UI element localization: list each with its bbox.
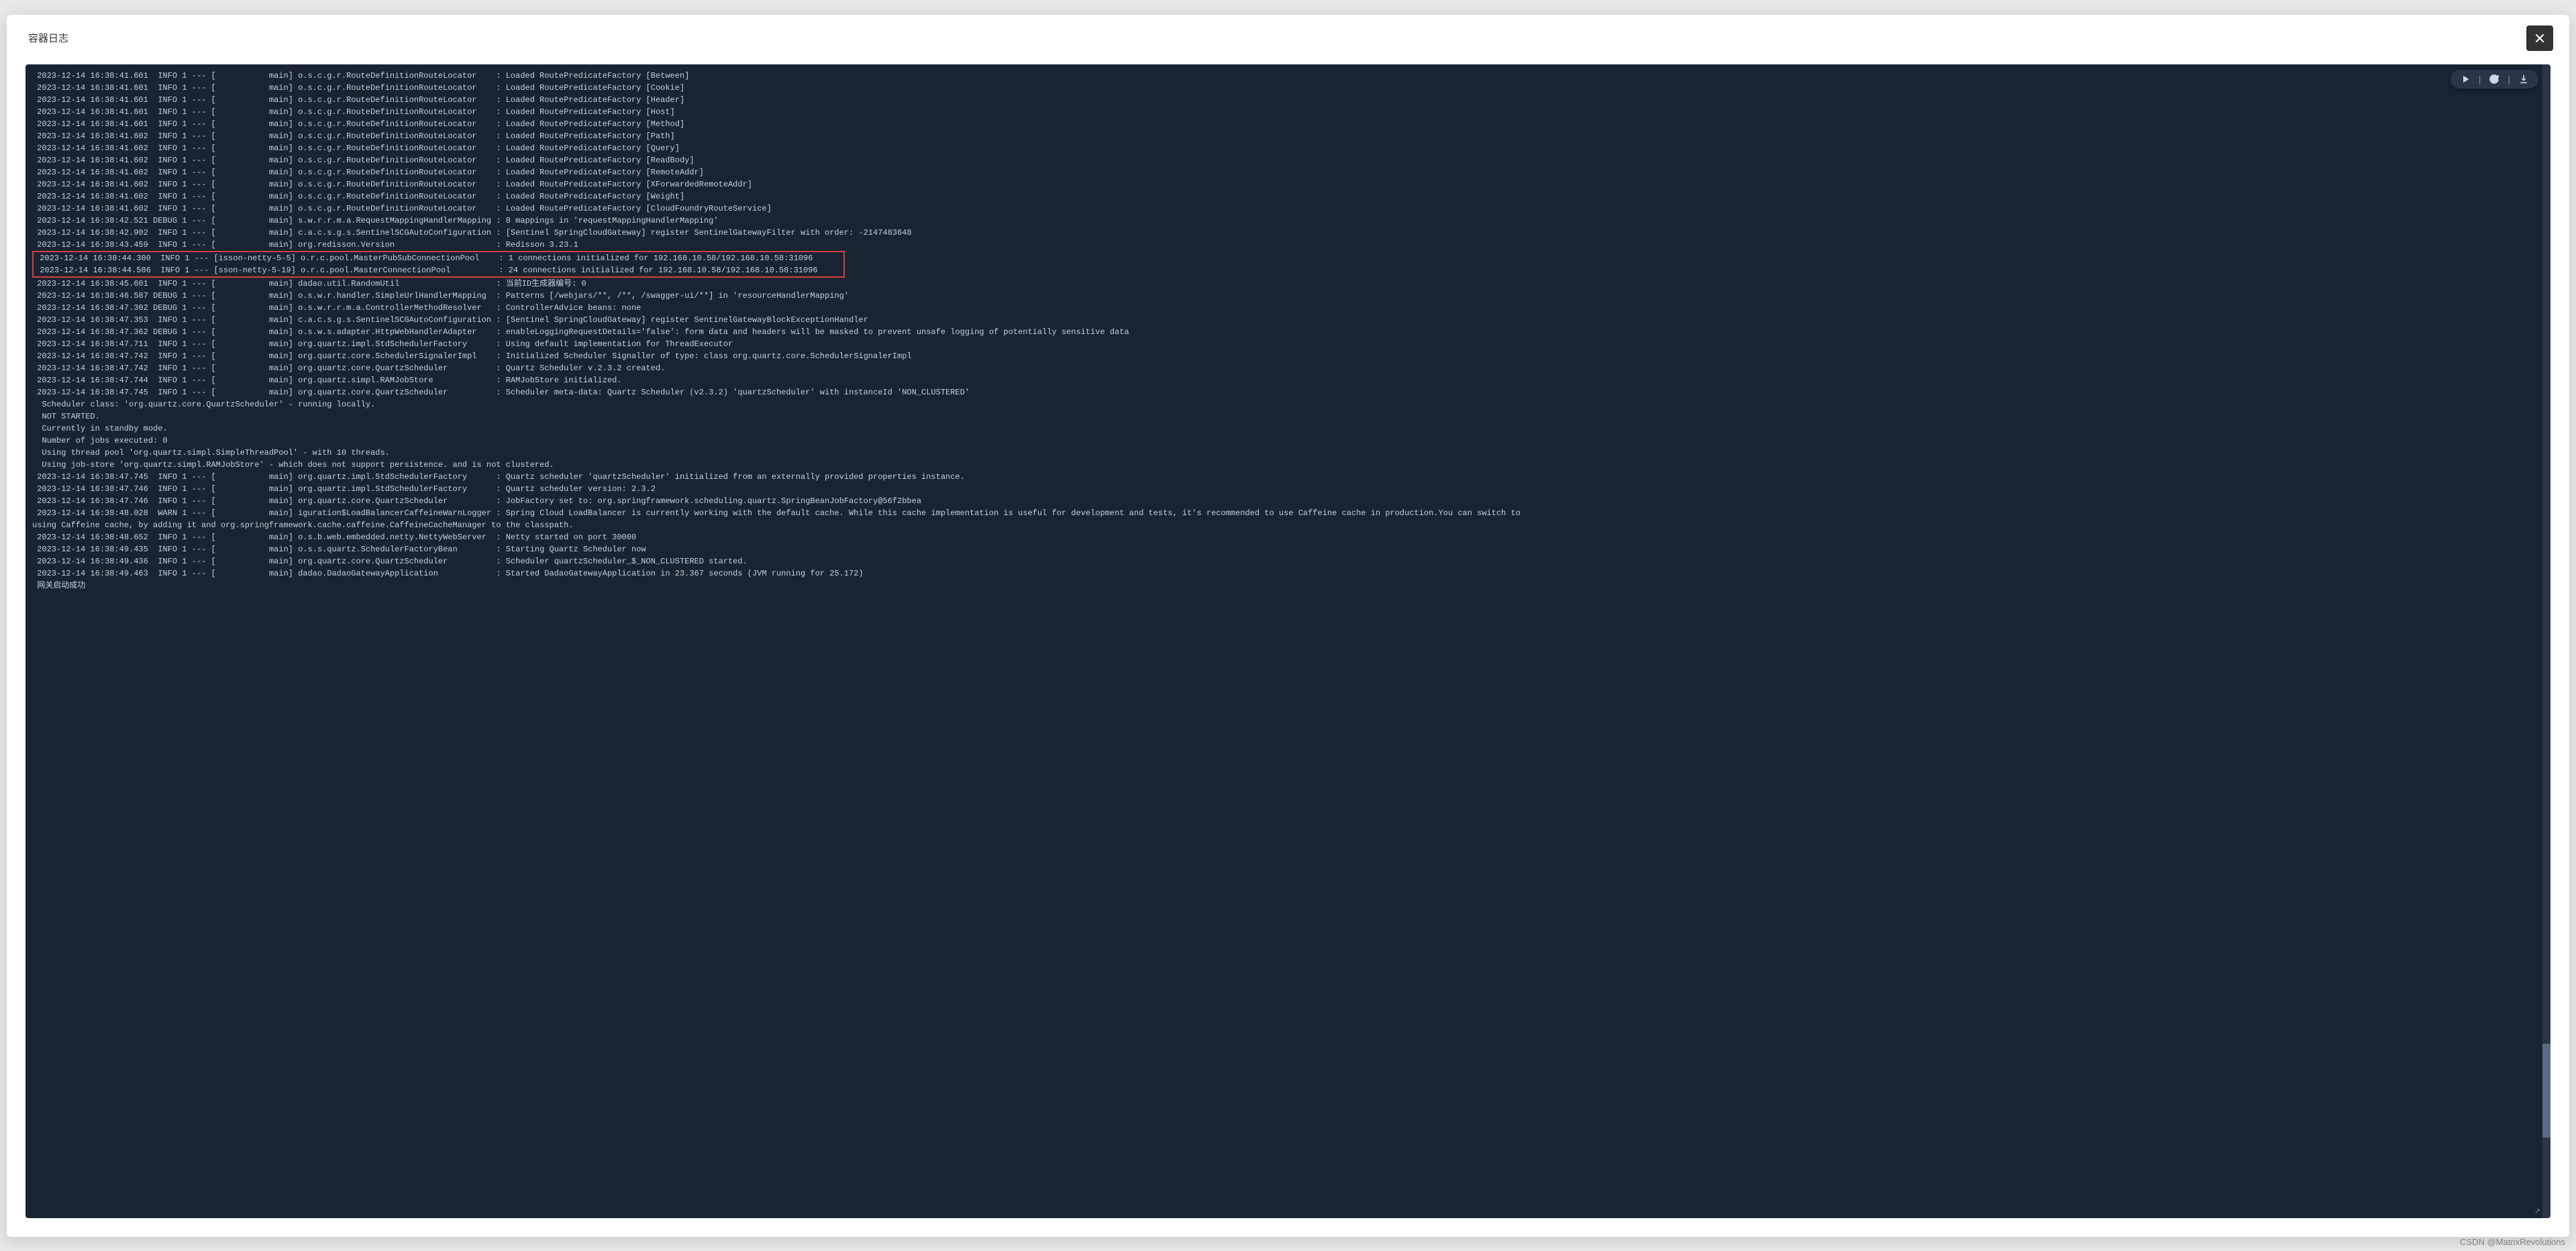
log-line: 2023-12-14 16:38:47.746 INFO 1 --- [ mai… [32,495,2544,507]
log-line: 2023-12-14 16:38:47.745 INFO 1 --- [ mai… [32,386,2544,398]
log-line: 2023-12-14 16:38:47.746 INFO 1 --- [ mai… [32,483,2544,495]
log-line: 2023-12-14 16:38:41.601 INFO 1 --- [ mai… [32,118,2544,130]
log-line: 2023-12-14 16:38:41.602 INFO 1 --- [ mai… [32,203,2544,215]
highlighted-block: 2023-12-14 16:38:44.300 INFO 1 --- [isso… [32,251,845,278]
log-line: 2023-12-14 16:38:41.602 INFO 1 --- [ mai… [32,191,2544,203]
play-icon [2460,74,2471,85]
download-icon [2518,74,2529,85]
log-container: | | 2023-12-14 16:38:41.601 INFO 1 --- [… [25,64,2551,1218]
scrollbar-thumb[interactable] [2542,1044,2551,1138]
log-line: 2023-12-14 16:38:48.028 WARN 1 --- [ mai… [32,507,2544,519]
log-line: 2023-12-14 16:38:41.601 INFO 1 --- [ mai… [32,94,2544,106]
modal-title: 容器日志 [28,31,68,45]
log-line: 2023-12-14 16:38:47.745 INFO 1 --- [ mai… [32,471,2544,483]
log-line: 2023-12-14 16:38:45.601 INFO 1 --- [ mai… [32,278,2544,290]
log-line: 2023-12-14 16:38:42.521 DEBUG 1 --- [ ma… [32,215,2544,227]
log-line: 2023-12-14 16:38:41.601 INFO 1 --- [ mai… [32,82,2544,94]
log-line: using Caffeine cache, by adding it and o… [32,519,2544,531]
close-icon [2533,32,2546,45]
log-line: 2023-12-14 16:38:47.353 INFO 1 --- [ mai… [32,314,2544,326]
download-button[interactable] [2518,74,2529,85]
log-line: 网关启动成功 [32,580,2544,592]
log-line: 2023-12-14 16:38:41.602 INFO 1 --- [ mai… [32,154,2544,166]
log-line: Using job-store 'org.quartz.simpl.RAMJob… [32,459,2544,471]
modal-header: 容器日志 [7,15,2569,59]
log-line: 2023-12-14 16:38:49.435 INFO 1 --- [ mai… [32,543,2544,555]
log-line: 2023-12-14 16:38:41.602 INFO 1 --- [ mai… [32,166,2544,178]
log-line: NOT STARTED. [32,411,2544,423]
watermark: CSDN @MatrixRevolutions [2460,1237,2565,1247]
log-line: Currently in standby mode. [32,423,2544,435]
log-line: Scheduler class: 'org.quartz.core.Quartz… [32,398,2544,411]
toolbar-divider: | [2479,74,2481,85]
log-line: 2023-12-14 16:38:41.602 INFO 1 --- [ mai… [32,178,2544,191]
toolbar-divider: | [2508,74,2510,85]
log-line: 2023-12-14 16:38:41.601 INFO 1 --- [ mai… [32,70,2544,82]
log-content[interactable]: 2023-12-14 16:38:41.601 INFO 1 --- [ mai… [25,64,2551,1218]
log-line: 2023-12-14 16:38:47.362 DEBUG 1 --- [ ma… [32,326,2544,338]
log-line: 2023-12-14 16:38:44.586 INFO 1 --- [sson… [35,264,842,276]
close-button[interactable] [2526,25,2553,51]
log-line: Number of jobs executed: 0 [32,435,2544,447]
log-line: 2023-12-14 16:38:49.436 INFO 1 --- [ mai… [32,555,2544,567]
log-line: 2023-12-14 16:38:47.711 INFO 1 --- [ mai… [32,338,2544,350]
log-line: 2023-12-14 16:38:44.300 INFO 1 --- [isso… [35,252,842,264]
refresh-icon [2489,74,2500,85]
log-line: 2023-12-14 16:38:41.602 INFO 1 --- [ mai… [32,142,2544,154]
log-line: Using thread pool 'org.quartz.simpl.Simp… [32,447,2544,459]
log-line: 2023-12-14 16:38:46.587 DEBUG 1 --- [ ma… [32,290,2544,302]
log-line: 2023-12-14 16:38:48.652 INFO 1 --- [ mai… [32,531,2544,543]
log-line: 2023-12-14 16:38:41.602 INFO 1 --- [ mai… [32,130,2544,142]
log-line: 2023-12-14 16:38:49.463 INFO 1 --- [ mai… [32,567,2544,580]
log-line: 2023-12-14 16:38:47.744 INFO 1 --- [ mai… [32,374,2544,386]
log-line: 2023-12-14 16:38:41.601 INFO 1 --- [ mai… [32,106,2544,118]
refresh-button[interactable] [2489,74,2500,85]
resize-handle[interactable]: ↗ [2534,1207,2540,1215]
log-toolbar: | | [2451,70,2538,89]
log-line: 2023-12-14 16:38:47.742 INFO 1 --- [ mai… [32,350,2544,362]
play-button[interactable] [2460,74,2471,85]
log-line: 2023-12-14 16:38:42.902 INFO 1 --- [ mai… [32,227,2544,239]
log-line: 2023-12-14 16:38:43.459 INFO 1 --- [ mai… [32,239,2544,251]
log-line: 2023-12-14 16:38:47.742 INFO 1 --- [ mai… [32,362,2544,374]
log-modal: 容器日志 | | 2023-12-14 16:38 [7,15,2569,1237]
scrollbar-track[interactable] [2542,64,2551,1218]
log-line: 2023-12-14 16:38:47.302 DEBUG 1 --- [ ma… [32,302,2544,314]
